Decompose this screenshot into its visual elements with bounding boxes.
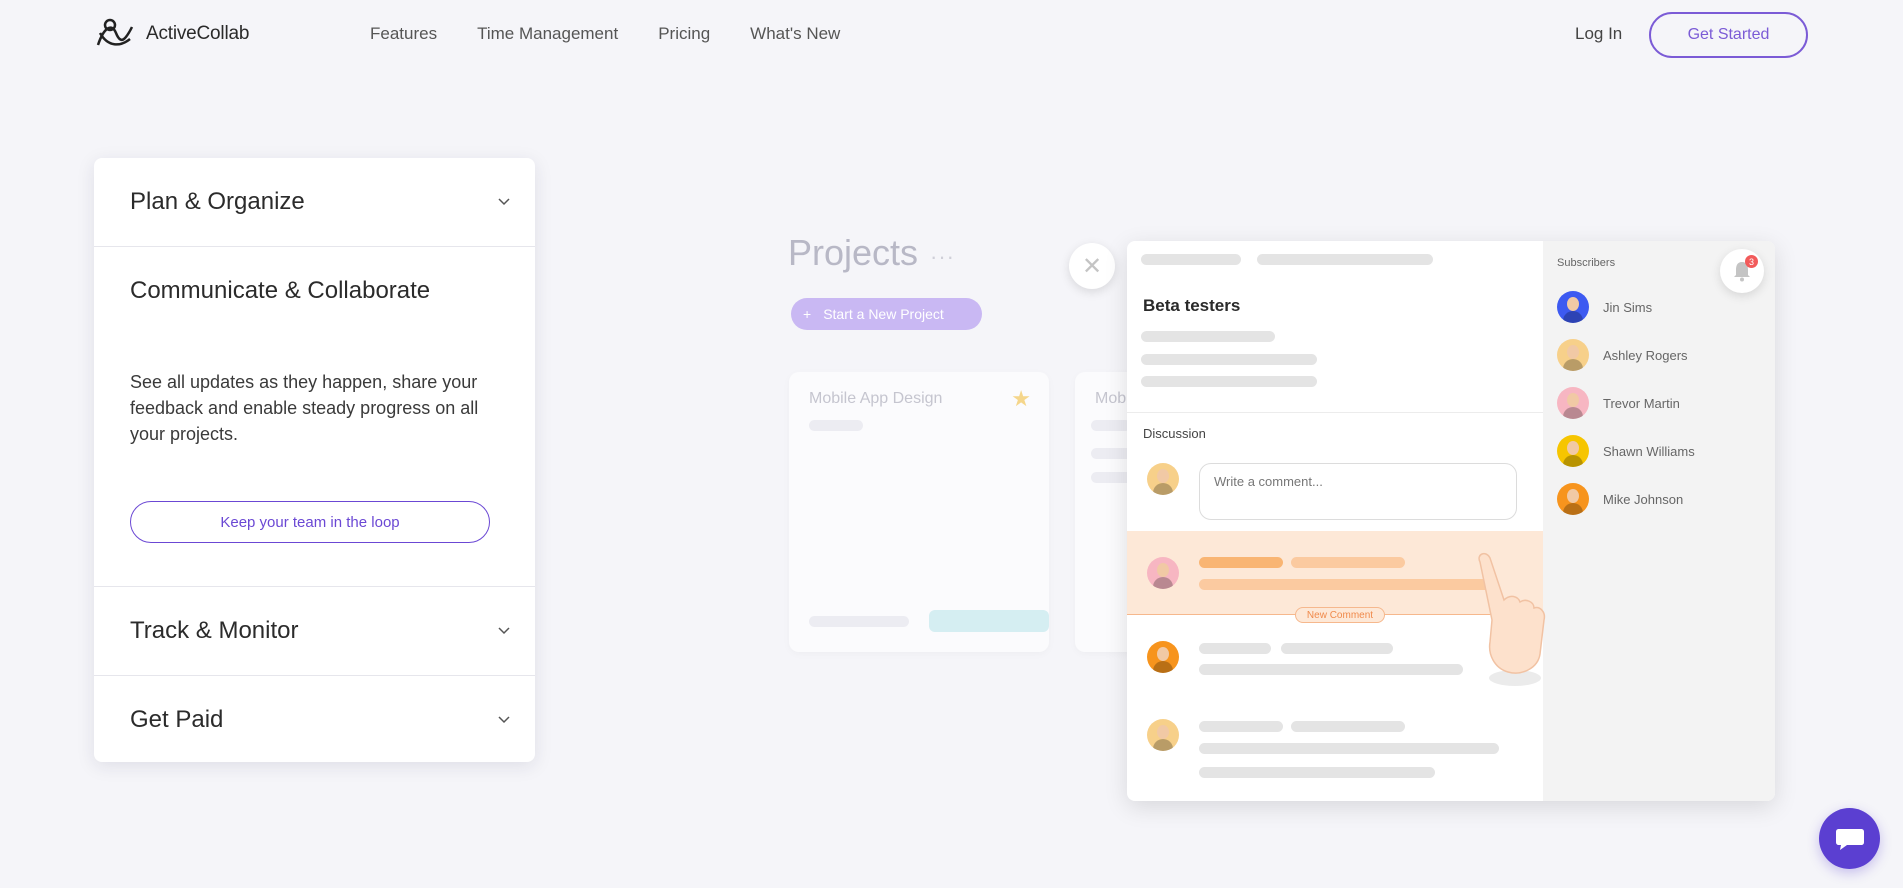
skeleton-line [1141, 376, 1317, 387]
avatar [1557, 483, 1589, 515]
more-options-icon: ··· [930, 244, 955, 269]
skeleton-line [1291, 721, 1405, 732]
skeleton-line [1199, 664, 1463, 675]
skeleton-line [1091, 420, 1131, 431]
brand-logo[interactable]: ActiveCollab [94, 17, 249, 51]
accordion-title: Communicate & Collaborate [130, 277, 431, 304]
subscriber-name: Mike Johnson [1603, 491, 1684, 507]
skeleton-line [1199, 579, 1499, 590]
project-card-title: Mobile App Design [809, 390, 943, 407]
subscriber-item: Mike Johnson [1557, 483, 1683, 515]
chevron-down-icon [498, 716, 510, 724]
skeleton-line [1141, 254, 1241, 265]
activecollab-logo-icon [96, 18, 134, 46]
skeleton-line [1199, 767, 1435, 778]
nav-pricing[interactable]: Pricing [658, 24, 710, 44]
skeleton-bar [929, 610, 1049, 632]
discussion-label: Discussion [1143, 426, 1206, 441]
brand-name: ActiveCollab [146, 23, 250, 44]
avatar [1147, 463, 1179, 495]
subscribers-panel: Subscribers Jin Sims Ashley Rogers Trevo… [1543, 241, 1775, 801]
accordion-item-track[interactable]: Track & Monitor [94, 587, 535, 676]
star-icon: ★ [1011, 386, 1031, 411]
site-header: ActiveCollab Features Time Management Pr… [0, 0, 1903, 70]
subscribers-title: Subscribers [1557, 257, 1616, 269]
close-icon: ✕ [1069, 243, 1115, 289]
skeleton-line [1199, 743, 1499, 754]
subscriber-item: Ashley Rogers [1557, 339, 1688, 371]
divider [1127, 412, 1543, 413]
notification-count: 3 [1745, 255, 1758, 268]
subscriber-item: Jin Sims [1557, 291, 1652, 323]
task-panel: Beta testers Discussion Write a comment.… [1127, 241, 1775, 801]
accordion-item-plan[interactable]: Plan & Organize [94, 158, 535, 247]
main-nav: Features Time Management Pricing What's … [370, 24, 840, 44]
skeleton-line [809, 420, 863, 431]
comment-input: Write a comment... [1199, 463, 1517, 520]
skeleton-line [809, 616, 909, 627]
features-accordion: Plan & Organize Communicate & Collaborat… [94, 158, 535, 762]
chat-bubble-icon [1835, 828, 1864, 850]
task-title: Beta testers [1143, 296, 1241, 315]
chevron-down-icon [498, 627, 510, 635]
new-project-button: + Start a New Project [791, 298, 982, 330]
avatar [1147, 557, 1179, 589]
skeleton-line [1257, 254, 1433, 265]
skeleton-line [1199, 721, 1283, 732]
subscriber-item: Shawn Williams [1557, 435, 1695, 467]
new-project-label: Start a New Project [823, 306, 944, 322]
get-started-button[interactable]: Get Started [1649, 12, 1808, 58]
accordion-item-communicate[interactable]: Communicate & Collaborate See all update… [94, 247, 535, 587]
accordion-description: See all updates as they happen, share yo… [130, 372, 479, 444]
avatar [1557, 435, 1589, 467]
chevron-down-icon [498, 198, 510, 206]
subscriber-name: Trevor Martin [1603, 395, 1680, 411]
accordion-title: Get Paid [130, 706, 224, 733]
avatar [1557, 387, 1589, 419]
pointing-hand-icon [1478, 552, 1546, 686]
skeleton-line [1199, 643, 1271, 654]
chat-widget-button[interactable] [1819, 808, 1880, 869]
subscriber-item: Trevor Martin [1557, 387, 1680, 419]
accordion-body: See all updates as they happen, share yo… [94, 369, 535, 543]
skeleton-line [1141, 354, 1317, 365]
plus-icon: + [803, 306, 812, 322]
nav-time-management[interactable]: Time Management [477, 24, 618, 44]
avatar [1557, 339, 1589, 371]
notification-bell-icon: 3 [1720, 249, 1764, 293]
skeleton-line [1291, 557, 1405, 568]
nav-features[interactable]: Features [370, 24, 437, 44]
subscriber-name: Jin Sims [1603, 299, 1653, 315]
subscriber-name: Ashley Rogers [1603, 347, 1688, 363]
skeleton-line [1199, 557, 1283, 568]
project-card: Mobile App Design ★ [789, 372, 1049, 652]
task-details: Beta testers Discussion Write a comment.… [1127, 241, 1543, 801]
accordion-title: Track & Monitor [130, 617, 299, 644]
skeleton-line [1141, 331, 1275, 342]
projects-title: Projects [788, 232, 919, 273]
new-comment-badge: New Comment [1295, 607, 1385, 623]
avatar [1147, 641, 1179, 673]
nav-whats-new[interactable]: What's New [750, 24, 840, 44]
avatar [1147, 719, 1179, 751]
keep-team-in-loop-button[interactable]: Keep your team in the loop [130, 501, 490, 543]
skeleton-line [1281, 643, 1393, 654]
subscriber-name: Shawn Williams [1603, 443, 1695, 459]
accordion-item-get-paid[interactable]: Get Paid [94, 676, 535, 762]
login-link[interactable]: Log In [1575, 24, 1622, 44]
project-card-title: Mob [1095, 390, 1127, 407]
avatar [1557, 291, 1589, 323]
accordion-title: Plan & Organize [130, 188, 305, 215]
